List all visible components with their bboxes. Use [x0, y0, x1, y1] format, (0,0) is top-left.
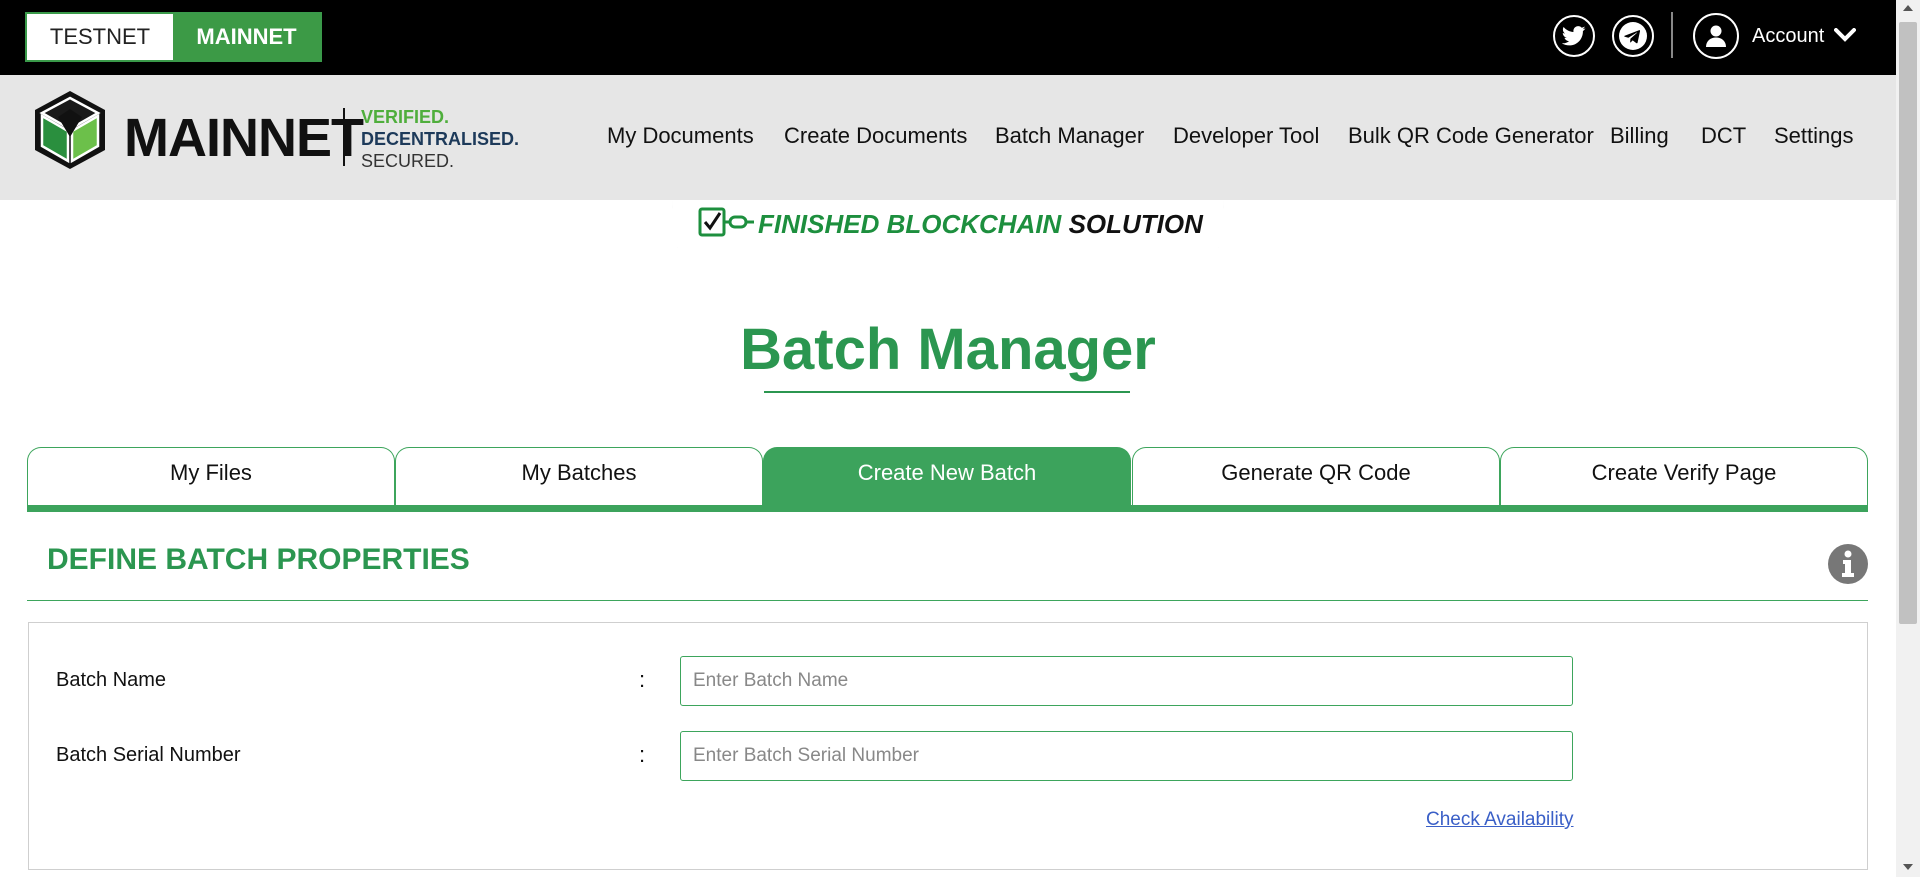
- section-divider: [27, 600, 1868, 601]
- nav-bulk-qr-code-generator[interactable]: Bulk QR Code Generator: [1348, 123, 1594, 149]
- check-availability-link[interactable]: Check Availability: [1426, 809, 1574, 831]
- tagline-verified: VERIFIED.: [361, 107, 450, 127]
- account-menu-label[interactable]: Account: [1752, 25, 1824, 48]
- info-icon[interactable]: [1827, 543, 1869, 590]
- batch-tabs: My Files My Batches Create New Batch Gen…: [27, 447, 1868, 507]
- tagline-decentralised: DECENTRALISED.: [361, 129, 520, 149]
- scrollbar-thumb[interactable]: [1899, 22, 1917, 624]
- nav-billing[interactable]: Billing: [1610, 123, 1669, 149]
- logo-separator: [343, 108, 345, 166]
- tab-my-files[interactable]: My Files: [27, 447, 395, 507]
- mainnet-button[interactable]: MAINNET: [173, 14, 320, 60]
- logo-cube-icon[interactable]: [32, 89, 108, 176]
- batch-properties-form: Batch Name : Batch Serial Number : Check…: [28, 622, 1868, 870]
- ribbon-text: FINISHED BLOCKCHAIN SOLUTION: [758, 209, 1203, 240]
- user-avatar-icon[interactable]: [1693, 13, 1739, 59]
- tab-create-new-batch[interactable]: Create New Batch: [763, 447, 1131, 507]
- batch-name-colon: :: [639, 667, 646, 692]
- page-title: Batch Manager: [740, 317, 1156, 382]
- tagline-secured: SECURED.: [361, 151, 455, 171]
- nav-dct[interactable]: DCT: [1701, 123, 1746, 149]
- telegram-icon[interactable]: [1612, 15, 1654, 57]
- tab-generate-qr-code[interactable]: Generate QR Code: [1132, 447, 1500, 507]
- nav-create-documents[interactable]: Create Documents: [784, 123, 967, 149]
- testnet-button[interactable]: TESTNET: [27, 14, 173, 60]
- logo-text: MAINNET: [124, 108, 364, 168]
- twitter-icon[interactable]: [1553, 15, 1595, 57]
- scroll-down-arrow-icon[interactable]: [1903, 864, 1913, 870]
- ribbon-text-green: FINISHED BLOCKCHAIN: [758, 208, 1062, 239]
- tabs-underline-bar: [27, 505, 1868, 512]
- batch-serial-number-input[interactable]: [680, 731, 1573, 781]
- topbar-divider: [1671, 12, 1673, 58]
- top-bar: TESTNET MAINNET Account: [0, 0, 1896, 75]
- logo-tagline: VERIFIED. DECENTRALISED. SECURED.: [361, 106, 519, 172]
- blockchain-solution-ribbon: FINISHED BLOCKCHAIN SOLUTION: [672, 200, 1224, 248]
- batch-serial-number-label: Batch Serial Number: [56, 744, 241, 766]
- nav-batch-manager[interactable]: Batch Manager: [995, 123, 1144, 149]
- nav-developer-tool[interactable]: Developer Tool: [1173, 123, 1319, 149]
- nav-my-documents[interactable]: My Documents: [607, 123, 754, 149]
- scroll-up-arrow-icon[interactable]: [1903, 5, 1913, 11]
- title-underline: [764, 391, 1130, 393]
- tab-create-verify-page[interactable]: Create Verify Page: [1500, 447, 1868, 507]
- tab-my-batches[interactable]: My Batches: [395, 447, 763, 507]
- main-header: MAINNET VERIFIED. DECENTRALISED. SECURED…: [0, 75, 1896, 200]
- section-title: DEFINE BATCH PROPERTIES: [47, 543, 470, 576]
- batch-serial-number-colon: :: [639, 742, 646, 767]
- batch-name-label: Batch Name: [56, 669, 167, 691]
- nav-settings[interactable]: Settings: [1774, 123, 1854, 149]
- batch-name-input[interactable]: [680, 656, 1573, 706]
- network-toggle: TESTNET MAINNET: [25, 12, 322, 62]
- chevron-down-icon[interactable]: [1834, 28, 1856, 47]
- page-scrollbar[interactable]: [1896, 0, 1920, 877]
- ribbon-text-dark: SOLUTION: [1068, 208, 1203, 239]
- checkbox-chain-icon: [698, 205, 754, 244]
- page: TESTNET MAINNET Account MAINNET VERIFIED…: [0, 0, 1920, 877]
